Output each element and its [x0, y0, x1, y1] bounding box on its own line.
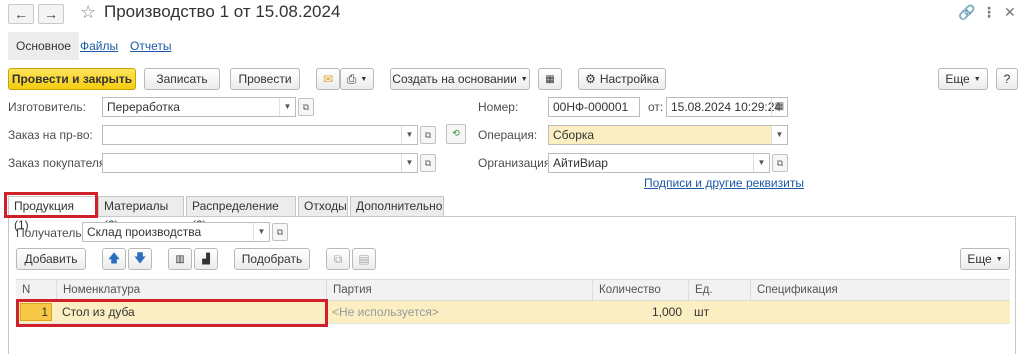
operation-label: Операция: — [478, 128, 538, 142]
subtab-reports[interactable]: Отчеты — [122, 32, 179, 60]
move-up-button[interactable]: 🡅 — [102, 248, 126, 270]
chevron-down-icon[interactable]: ▼ — [253, 223, 269, 241]
chevron-down-icon[interactable]: ▼ — [753, 154, 769, 172]
column-nomenclature[interactable]: Номенклатура — [56, 279, 326, 301]
add-button[interactable]: Добавить — [16, 248, 86, 270]
barcode-icon: ▥ — [175, 253, 185, 265]
date-field[interactable]: 15.08.2024 10:29:24 ▦ — [666, 97, 788, 117]
scanner-button[interactable]: ▟ — [194, 248, 218, 270]
arrow-right-icon: → — [44, 6, 58, 22]
hierarchy-icon: ▦ — [545, 73, 555, 85]
manufacturer-field[interactable]: Переработка ▼ — [102, 97, 296, 117]
gear-icon: ⚙ — [585, 72, 596, 86]
row-unit[interactable]: шт — [694, 302, 709, 322]
panel-more-button[interactable]: Еще ▼ — [960, 248, 1010, 270]
forward-button[interactable]: → — [38, 4, 64, 24]
highlight-box — [4, 192, 98, 218]
create-based-on-button[interactable]: Создать на основании ▼ — [390, 68, 530, 90]
paste-icon: ▤ — [358, 252, 370, 266]
chevron-down-icon: ▼ — [995, 255, 1003, 263]
manufacturer-label: Изготовитель: — [8, 100, 86, 114]
barcode-button[interactable]: ▥ — [168, 248, 192, 270]
open-organization-icon[interactable]: ⧉ — [772, 154, 788, 172]
date-from-label: от: — [648, 100, 664, 114]
close-icon[interactable]: ✕ — [1004, 4, 1016, 21]
copy-button[interactable]: ⧉ — [326, 248, 350, 270]
row-quantity[interactable]: 1,000 — [592, 302, 682, 322]
tab-materials[interactable]: Материалы (2) — [98, 196, 184, 232]
settings-button[interactable]: ⚙ Настройка — [578, 68, 666, 90]
open-recipient-icon[interactable]: ⧉ — [272, 223, 288, 241]
row-batch[interactable]: <Не используется> — [332, 302, 439, 322]
subtab-files[interactable]: Файлы — [72, 32, 126, 60]
post-and-close-button[interactable]: Провести и закрыть — [8, 68, 136, 90]
tab-additional[interactable]: Дополнительно — [350, 196, 444, 216]
panel-more-label: Еще — [967, 252, 992, 266]
recipient-value: Склад производства — [87, 225, 202, 239]
create-based-on-label: Создать на основании — [392, 72, 517, 86]
organization-label: Организация: — [478, 156, 554, 170]
chevron-down-icon[interactable]: ▼ — [401, 126, 417, 144]
date-value: 15.08.2024 10:29:24 — [671, 100, 782, 114]
recipient-field[interactable]: Склад производства ▼ — [82, 222, 270, 242]
fill-from-order-icon[interactable]: ⟲ — [446, 124, 466, 144]
printer-icon: ⎙ — [346, 71, 357, 86]
help-button[interactable]: ? — [996, 68, 1018, 90]
move-down-button[interactable]: 🡇 — [128, 248, 152, 270]
save-button[interactable]: Записать — [144, 68, 220, 90]
favorite-star-icon[interactable]: ☆ — [80, 2, 96, 23]
more-vertical-icon[interactable]: ⋮ — [982, 4, 996, 21]
open-order-icon[interactable]: ⧉ — [420, 126, 436, 144]
column-quantity[interactable]: Количество — [592, 279, 688, 301]
tab-distribution[interactable]: Распределение (2) — [186, 196, 296, 232]
open-manufacturer-icon[interactable]: ⧉ — [298, 98, 314, 116]
settings-label: Настройка — [599, 72, 659, 86]
chevron-down-icon[interactable]: ▼ — [279, 98, 295, 116]
post-button[interactable]: Провести — [230, 68, 300, 90]
organization-value: АйтиВиар — [553, 156, 608, 170]
operation-field[interactable]: Сборка ▼ — [548, 125, 788, 145]
chevron-down-icon: ▼ — [520, 75, 528, 83]
print-button[interactable]: ⎙ ▼ — [340, 68, 374, 90]
structure-button[interactable]: ▦ — [538, 68, 562, 90]
subtab-main[interactable]: Основное — [8, 32, 79, 60]
operation-value: Сборка — [553, 128, 595, 142]
envelope-icon: ✉ — [322, 72, 334, 86]
chevron-down-icon[interactable]: ▼ — [401, 154, 417, 172]
arrow-left-icon: ← — [14, 6, 28, 22]
customer-order-label: Заказ покупателя: — [8, 156, 109, 170]
column-specification[interactable]: Спецификация — [750, 279, 1010, 301]
pick-button[interactable]: Подобрать — [234, 248, 310, 270]
manufacturer-value: Переработка — [107, 100, 180, 114]
copy-icon: ⧉ — [333, 251, 343, 266]
column-unit[interactable]: Ед. — [688, 279, 750, 301]
link-icon[interactable]: 🔗 — [958, 4, 975, 21]
column-batch[interactable]: Партия — [326, 279, 592, 301]
scanner-icon: ▟ — [202, 253, 210, 265]
column-n[interactable]: N — [16, 279, 56, 301]
page-title: Производство 1 от 15.08.2024 — [104, 2, 341, 21]
more-label: Еще — [945, 72, 970, 86]
paste-button[interactable]: ▤ — [352, 248, 376, 270]
email-button[interactable]: ✉ — [316, 68, 340, 90]
tab-waste[interactable]: Отходы — [298, 196, 348, 216]
chevron-down-icon: ▼ — [973, 75, 981, 83]
number-label: Номер: — [478, 100, 519, 114]
highlight-box — [16, 299, 328, 327]
more-button[interactable]: Еще ▼ — [938, 68, 988, 90]
production-order-field[interactable]: ▼ — [102, 125, 418, 145]
order-label: Заказ на пр-во: — [8, 128, 93, 142]
number-field[interactable]: 00НФ-000001 — [548, 97, 640, 117]
customer-order-field[interactable]: ▼ — [102, 153, 418, 173]
arrow-down-icon: 🡇 — [133, 250, 147, 265]
back-button[interactable]: ← — [8, 4, 34, 24]
open-customer-order-icon[interactable]: ⧉ — [420, 154, 436, 172]
organization-field[interactable]: АйтиВиар ▼ — [548, 153, 770, 173]
chevron-down-icon: ▼ — [360, 75, 368, 83]
chevron-down-icon[interactable]: ▼ — [771, 126, 787, 144]
recipient-label: Получатель: — [16, 226, 85, 240]
calendar-icon[interactable]: ▦ — [771, 98, 787, 116]
arrow-up-icon: 🡅 — [107, 250, 121, 265]
signatures-link[interactable]: Подписи и другие реквизиты — [644, 176, 804, 190]
